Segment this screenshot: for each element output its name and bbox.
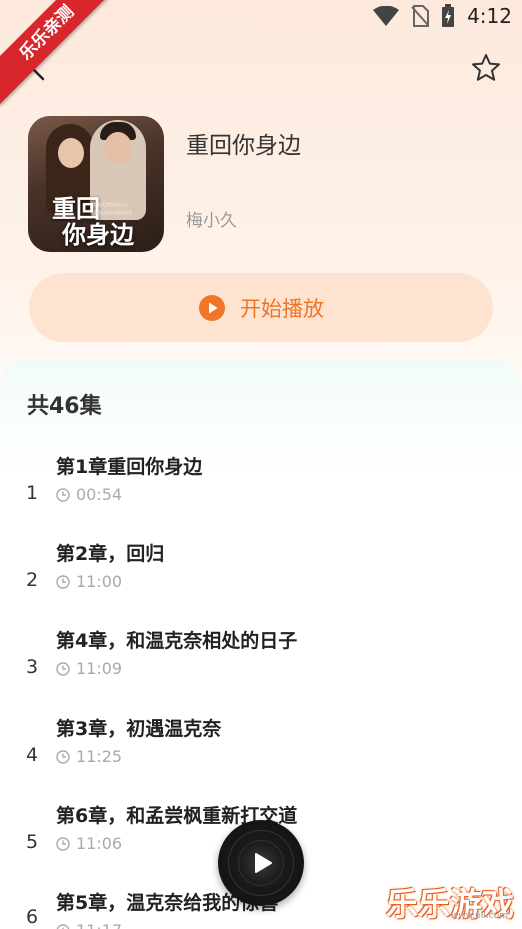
book-author: 梅小久 — [186, 211, 237, 231]
episode-duration: 11:00 — [76, 572, 123, 591]
episode-row[interactable]: 4 第3章，初遇温克奈 11:25 — [0, 714, 522, 802]
book-title: 重回你身边 — [186, 133, 301, 159]
episode-index: 6 — [26, 906, 39, 928]
episode-duration: 11:25 — [76, 747, 123, 766]
clock-icon — [56, 662, 70, 676]
episode-duration: 11:09 — [76, 659, 123, 678]
vinyl-player-icon — [255, 853, 272, 873]
clock-icon — [56, 488, 70, 502]
clock-icon — [56, 575, 70, 589]
start-play-button[interactable]: 开始播放 — [29, 273, 493, 342]
episode-title: 第3章，初遇温克奈 — [56, 718, 222, 740]
watermark-url: www.6ll.com — [451, 911, 508, 921]
episode-duration: 00:54 — [76, 485, 123, 504]
episode-index: 5 — [26, 831, 39, 853]
start-play-label: 开始播放 — [240, 296, 324, 321]
clock-icon — [56, 924, 70, 929]
episode-title: 第1章重回你身边 — [56, 456, 203, 478]
star-icon[interactable] — [470, 52, 502, 84]
episode-index: 2 — [26, 569, 39, 591]
episode-row[interactable]: 3 第4章，和温克奈相处的日子 11:09 — [0, 626, 522, 714]
episode-index: 4 — [26, 744, 39, 766]
episode-index: 3 — [26, 656, 39, 678]
episode-title: 第4章，和温克奈相处的日子 — [56, 630, 298, 652]
wifi-icon — [373, 6, 400, 26]
episode-row[interactable]: 2 第2章，回归 11:00 — [0, 539, 522, 627]
no-sim-icon — [411, 5, 430, 27]
clock-icon — [56, 837, 70, 851]
battery-charging-icon — [442, 4, 455, 27]
episode-count: 共46集 — [27, 394, 102, 419]
episode-duration: 11:17 — [76, 921, 122, 929]
book-cover: 重回 你身边 CHONGHUI NISHENBIAN — [28, 116, 164, 252]
site-watermark: 乐乐游戏 www.6ll.com — [386, 879, 514, 923]
episode-index: 1 — [26, 482, 39, 504]
mini-player-button[interactable] — [218, 820, 304, 906]
status-time: 4:12 — [467, 4, 512, 28]
cover-pinyin: CHONGHUI NISHENBIAN — [94, 202, 132, 217]
play-circle-icon — [199, 294, 225, 321]
clock-icon — [56, 750, 70, 764]
episode-row[interactable]: 1 第1章重回你身边 00:54 — [0, 452, 522, 540]
episode-duration: 11:06 — [76, 834, 123, 853]
episode-title: 第2章，回归 — [56, 543, 165, 565]
